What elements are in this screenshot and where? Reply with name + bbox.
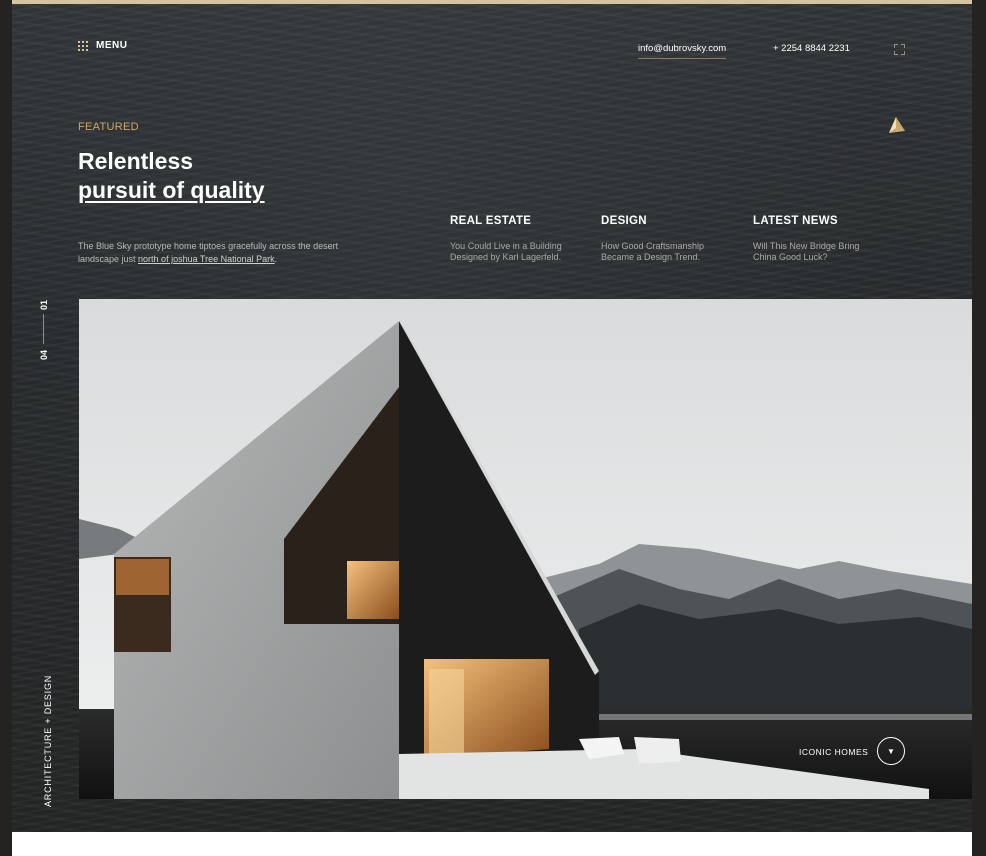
slide-current: 01	[39, 300, 49, 311]
counter-divider	[43, 314, 44, 344]
phone-link[interactable]: + 2254 8844 2231	[773, 43, 850, 54]
category-title: REAL ESTATE	[450, 215, 532, 227]
page-title-line1: Relentless	[78, 148, 194, 174]
menu-label: MENU	[96, 40, 128, 51]
grid-dots-icon	[78, 40, 88, 51]
fullscreen-icon[interactable]	[894, 44, 905, 55]
slide-counter: 01 04	[36, 298, 52, 368]
hero-caption: ICONIC HOMES	[799, 747, 869, 757]
category-text[interactable]: How Good Craftsmanship Became a Design T…	[601, 241, 731, 263]
category-text[interactable]: Will This New Bridge Bring China Good Lu…	[753, 241, 883, 263]
park-link[interactable]: north of joshua Tree National Park	[138, 254, 275, 264]
featured-kicker: FEATURED	[78, 121, 139, 133]
intro-paragraph: The Blue Sky prototype home tiptoes grac…	[78, 241, 339, 264]
left-frame-rail	[0, 0, 12, 856]
category-title: LATEST NEWS	[753, 215, 838, 227]
category-title: DESIGN	[601, 215, 647, 227]
logo-icon[interactable]	[887, 117, 905, 133]
page-title-line2-link[interactable]: pursuit of quality	[78, 177, 265, 204]
email-link[interactable]: info@dubrovsky.com	[638, 43, 727, 59]
hero-image	[79, 299, 972, 799]
chevron-down-icon: ▼	[887, 746, 895, 756]
hero-scroll-button[interactable]: ▼	[877, 737, 905, 765]
category-text[interactable]: You Could Live in a Building Designed by…	[450, 241, 580, 263]
next-section-edge	[12, 832, 972, 856]
category-design[interactable]: DESIGN How Good Craftsmanship Became a D…	[601, 215, 731, 263]
slide-total: 04	[39, 350, 49, 361]
category-real-estate[interactable]: REAL ESTATE You Could Live in a Building…	[450, 215, 580, 263]
right-frame-rail	[972, 0, 986, 856]
category-latest-news[interactable]: LATEST NEWS Will This New Bridge Bring C…	[753, 215, 883, 263]
section-vertical-label: ARCHITECTURE + DESIGN	[43, 674, 53, 807]
menu-button[interactable]: MENU	[78, 40, 127, 51]
